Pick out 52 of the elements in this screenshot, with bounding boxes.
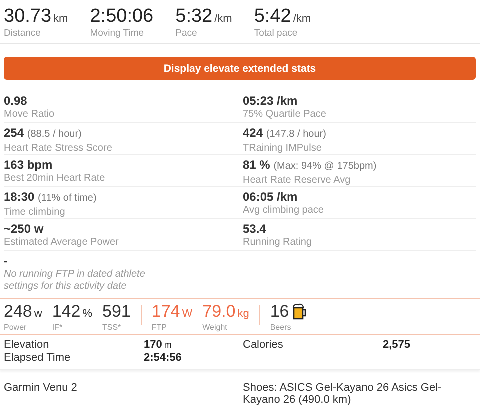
stat-value: 0.98 <box>4 94 28 108</box>
device-name: Garmin Venu 2 <box>4 382 78 396</box>
stat-label: Time climbing <box>4 207 66 219</box>
detail-value: 170 m <box>144 339 173 351</box>
stat-label: Power <box>4 323 28 332</box>
detail-value: 2:54:56 <box>144 352 183 364</box>
warning-text: No running FTP in dated athlete settings for this activity date <box>4 269 146 293</box>
gear-text: Shoes: ASICS Gel-Kayano 26 Asics Gel-Kayano 26 (490.0 km) <box>242 382 443 406</box>
stat-label: TRaining IMPulse <box>243 143 323 155</box>
stat-value: 2:50:06 <box>90 6 154 27</box>
stat-label: Moving Time <box>90 28 146 39</box>
stat-label: TSS* <box>102 323 122 332</box>
stat-value: 05:23 /km <box>243 94 299 108</box>
stat-value: 142% <box>52 302 92 322</box>
stat-label: Avg climbing pace <box>243 205 325 217</box>
stat-value: ~250 w <box>4 222 45 236</box>
stat-label: Distance <box>4 28 42 39</box>
detail-label: Elapsed Time <box>4 352 72 364</box>
detail-label: Elevation <box>4 339 50 351</box>
stat-value: 254 (88.5 / hour) <box>4 126 83 142</box>
stat-value: 424 (147.8 / hour) <box>243 126 328 142</box>
stat-value: 81 % (Max: 94% @ 175bpm) <box>243 158 378 174</box>
detail-value: 2,575 <box>383 339 412 351</box>
stat-label: Estimated Average Power <box>4 237 120 249</box>
stat-label: Weight <box>202 323 228 332</box>
stat-value: 18:30 (11% of time) <box>4 190 98 206</box>
stat-value: 06:05 /km <box>243 190 299 204</box>
extended-stats-button[interactable]: Display elevate extended stats <box>4 57 476 80</box>
stat-label: IF* <box>52 323 64 332</box>
stat-value: 5:42/km <box>254 6 312 27</box>
stat-label: Heart Rate Stress Score <box>4 143 114 155</box>
stat-value: 163 bpm <box>4 158 54 172</box>
stat-label: 75% Quartile Pace <box>243 109 328 121</box>
stat-label: Pace <box>176 28 198 39</box>
stat-value: 79.0 kg <box>202 302 250 322</box>
stat-value: 16 <box>270 302 290 322</box>
beer-mug-icon <box>292 303 308 321</box>
stat-value: 591 <box>102 302 131 322</box>
stat-value: 30.73 km <box>4 6 68 27</box>
stat-label: FTP <box>152 323 168 332</box>
stat-value: - <box>4 254 9 268</box>
stat-label: Total pace <box>254 28 299 39</box>
stat-label: Heart Rate Reserve Avg <box>243 175 352 187</box>
stat-label: Move Ratio <box>4 109 56 121</box>
stat-label: Running Rating <box>243 237 313 249</box>
stat-value: 53.4 <box>243 222 268 236</box>
stat-value: 174W <box>152 302 193 322</box>
stat-value: 5:32/km <box>176 6 232 27</box>
stat-value: 248 w <box>4 302 42 322</box>
stat-label: Best 20min Heart Rate <box>4 173 106 185</box>
stat-label: Beers <box>270 323 292 332</box>
detail-label: Calories <box>243 339 284 351</box>
